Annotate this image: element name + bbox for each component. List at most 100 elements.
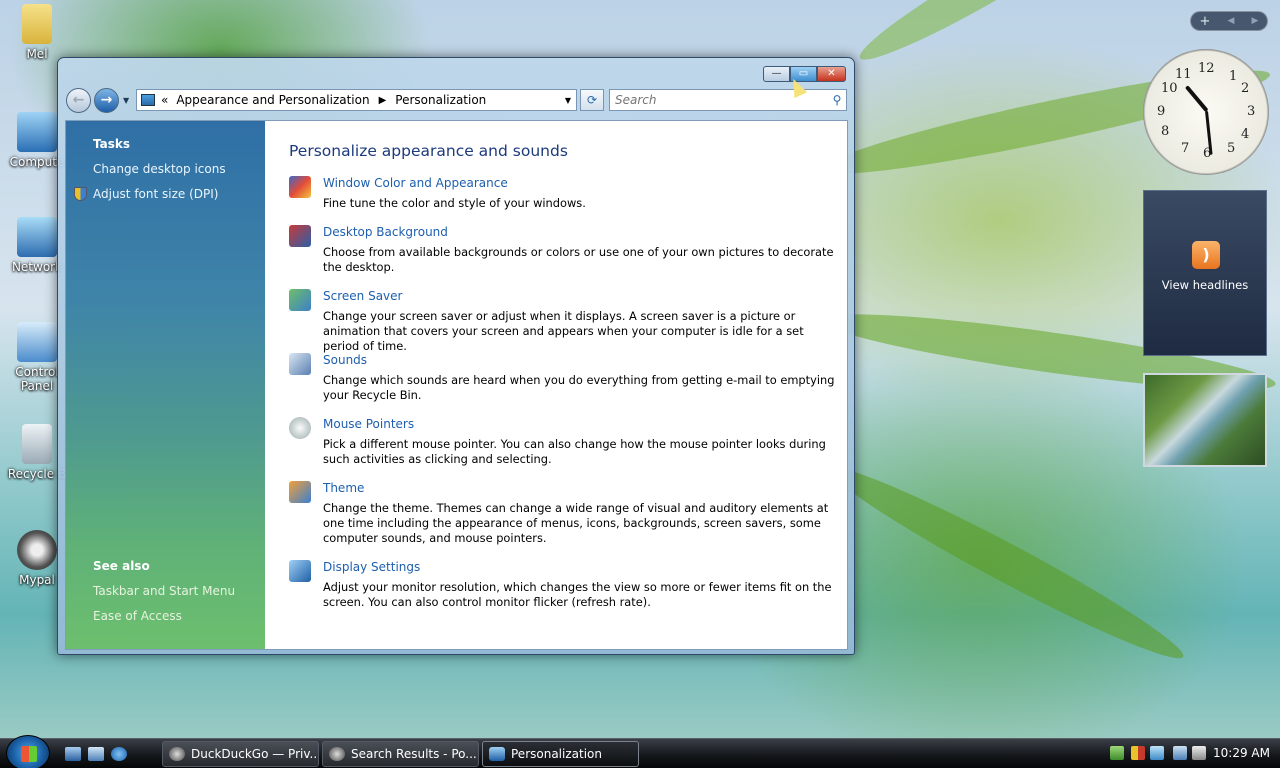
windows-update-icon[interactable]: [1150, 746, 1164, 760]
display-settings-link[interactable]: Display Settings: [323, 560, 420, 574]
desktop-icon-label: Mel: [26, 47, 48, 61]
system-tray: 10:29 AM: [1110, 739, 1280, 768]
breadcrumb-appearance[interactable]: Appearance and Personalization: [176, 93, 369, 107]
tasks-heading: Tasks: [93, 137, 131, 151]
clock-number: 5: [1227, 141, 1236, 156]
desktop-background-icon: [289, 225, 311, 247]
item-description: Change the theme. Themes can change a wi…: [323, 501, 829, 545]
address-overflow-chevron[interactable]: «: [161, 93, 168, 107]
internet-explorer-icon[interactable]: [111, 747, 127, 761]
screen-saver-link[interactable]: Screen Saver: [323, 289, 402, 303]
sounds-icon: [289, 353, 311, 375]
feed-headlines-gadget[interactable]: ) View headlines: [1143, 190, 1267, 356]
raccoon-icon: [329, 747, 345, 761]
close-button[interactable]: ✕: [817, 66, 846, 82]
breadcrumb-separator-arrow-icon[interactable]: ▶: [379, 95, 387, 106]
next-gadget-button[interactable]: ▶: [1252, 16, 1259, 26]
item-description: Fine tune the color and style of your wi…: [323, 196, 586, 210]
theme-link[interactable]: Theme: [323, 481, 364, 495]
taskbar-start-menu-link[interactable]: Taskbar and Start Menu: [93, 584, 235, 598]
recent-pages-dropdown[interactable]: ▼: [123, 96, 129, 105]
address-dropdown-icon[interactable]: ▼: [560, 96, 576, 105]
ease-of-access-link[interactable]: Ease of Access: [93, 609, 182, 623]
taskbar-button-search-results[interactable]: Search Results - Po...: [322, 741, 479, 767]
control-panel-icon: [141, 94, 155, 106]
item-description: Pick a different mouse pointer. You can …: [323, 437, 826, 466]
network-icon: [17, 217, 57, 257]
start-button[interactable]: [6, 735, 50, 768]
switch-windows-icon[interactable]: [88, 747, 104, 761]
uac-shield-icon: [74, 187, 87, 201]
taskbar: DuckDuckGo — Priv... Search Results - Po…: [0, 735, 1280, 768]
see-also-heading: See also: [93, 559, 150, 573]
desktop-icon-label: Network: [11, 260, 63, 274]
slideshow-gadget[interactable]: [1143, 373, 1267, 467]
window-color-link[interactable]: Window Color and Appearance: [323, 176, 508, 190]
taskbar-button-personalization[interactable]: Personalization: [482, 741, 639, 767]
task-label: Search Results - Po...: [351, 747, 477, 761]
clock-number: 9: [1157, 104, 1166, 119]
item-description: Change your screen saver or adjust when …: [323, 309, 804, 353]
desktop-icon-label: Control Panel: [15, 365, 59, 393]
clock-number: 3: [1247, 104, 1256, 119]
search-box: ⚲: [609, 89, 847, 111]
desktop-background-link[interactable]: Desktop Background: [323, 225, 448, 239]
minimize-button[interactable]: —: [763, 66, 790, 82]
screen-saver-icon: [289, 289, 311, 311]
sidebar-controls: + ◀ ▶: [1190, 11, 1268, 31]
clock-number: 8: [1161, 124, 1170, 139]
network-connection-icon[interactable]: [1173, 746, 1187, 760]
clock-number: 7: [1181, 141, 1190, 156]
clock-number: 11: [1175, 67, 1192, 82]
clock-number: 1: [1229, 69, 1238, 84]
page-title: Personalize appearance and sounds: [289, 142, 568, 160]
task-pane: Tasks Change desktop icons Adjust font s…: [66, 121, 265, 649]
display-icon: [489, 747, 505, 761]
show-desktop-icon[interactable]: [65, 747, 81, 761]
rss-icon: ): [1192, 241, 1220, 269]
personalization-window: — ▭ ✕ ← → ▼ « Appearance and Personaliza…: [57, 57, 855, 655]
clock-number: 10: [1161, 81, 1178, 96]
change-desktop-icons-link[interactable]: Change desktop icons: [93, 162, 226, 176]
breadcrumb-personalization[interactable]: Personalization: [395, 93, 486, 107]
item-description: Adjust your monitor resolution, which ch…: [323, 580, 832, 609]
security-shield-icon[interactable]: [1131, 746, 1145, 760]
clock-number: 4: [1241, 127, 1250, 142]
search-icon[interactable]: ⚲: [828, 93, 846, 107]
navigation-bar: ← → ▼ « Appearance and Personalization ▶…: [66, 88, 847, 114]
task-label: DuckDuckGo — Priv...: [191, 747, 319, 761]
task-label: Personalization: [511, 747, 602, 761]
taskbar-button-duckduckgo[interactable]: DuckDuckGo — Priv...: [162, 741, 319, 767]
add-gadget-button[interactable]: +: [1200, 14, 1211, 29]
clock-number: 12: [1198, 61, 1215, 76]
window-color-icon: [289, 176, 311, 198]
display-settings-icon: [289, 560, 311, 582]
forward-button[interactable]: →: [94, 88, 119, 113]
network-tray-icon[interactable]: [1110, 746, 1124, 760]
computer-icon: [17, 112, 57, 152]
clock-gadget[interactable]: 12 1 2 3 4 5 6 7 8 9 10 11: [1143, 49, 1269, 175]
mouse-pointer-icon: [289, 417, 311, 439]
caption-buttons: — ▭ ✕: [763, 66, 846, 82]
window-content: Tasks Change desktop icons Adjust font s…: [65, 120, 848, 650]
item-description: Change which sounds are heard when you d…: [323, 373, 835, 402]
volume-muted-icon[interactable]: [1192, 746, 1206, 760]
adjust-font-size-link[interactable]: Adjust font size (DPI): [93, 187, 218, 201]
sounds-link[interactable]: Sounds: [323, 353, 367, 367]
clock-number: 2: [1241, 81, 1250, 96]
item-description: Choose from available backgrounds or col…: [323, 245, 834, 274]
prev-gadget-button[interactable]: ◀: [1228, 16, 1235, 26]
folder-icon: [22, 4, 52, 44]
back-button[interactable]: ←: [66, 88, 91, 113]
raccoon-icon: [169, 747, 185, 761]
desktop-icon-label: Mypal: [19, 573, 55, 587]
control-panel-icon: [17, 322, 57, 362]
refresh-icon[interactable]: ⟳: [580, 89, 604, 111]
windows-logo-icon: [21, 746, 37, 762]
desktop-icon-user-folder[interactable]: Mel: [0, 4, 74, 61]
address-bar[interactable]: « Appearance and Personalization ▶ Perso…: [136, 89, 577, 111]
mouse-pointers-link[interactable]: Mouse Pointers: [323, 417, 414, 431]
palm-frond-decoration: [821, 452, 1193, 674]
view-headlines-label: View headlines: [1161, 278, 1249, 292]
clock-time[interactable]: 10:29 AM: [1213, 746, 1270, 760]
